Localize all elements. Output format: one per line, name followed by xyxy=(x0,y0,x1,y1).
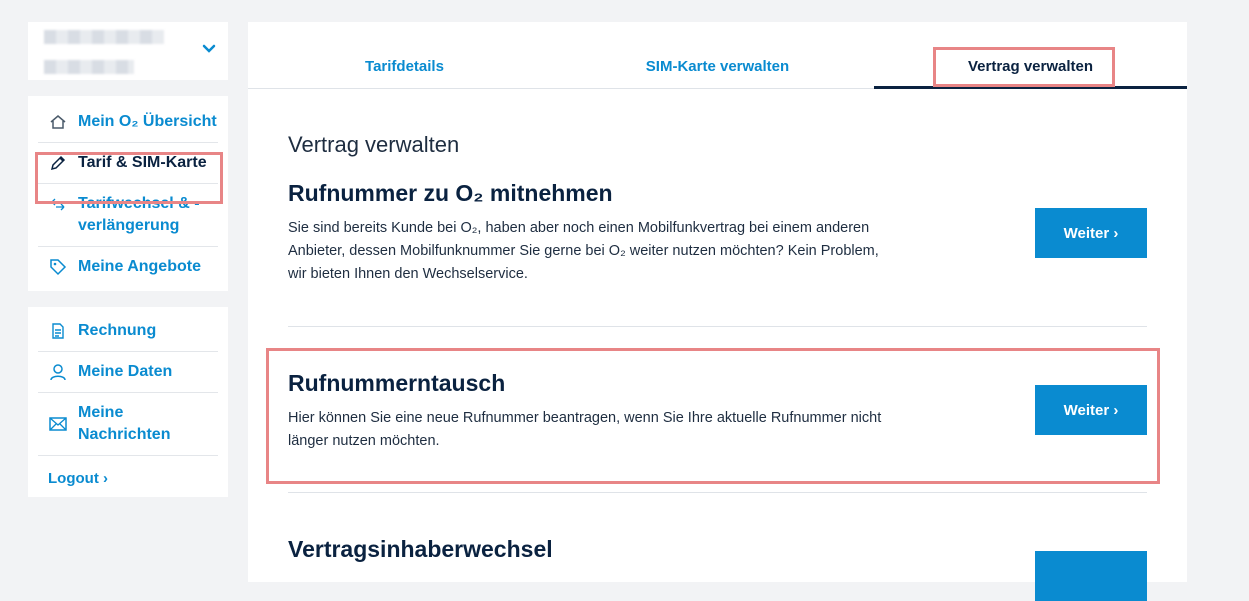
section-rufnummer-mitnehmen: Rufnummer zu O₂ mitnehmen Sie sind berei… xyxy=(288,180,1147,286)
logout-link[interactable]: Logout › xyxy=(38,456,218,497)
sidebar-item-tarif-sim[interactable]: Tarif & SIM-Karte xyxy=(38,143,218,184)
nav-group-main: Mein O₂ Übersicht Tarif & SIM-Karte Tari… xyxy=(28,96,228,291)
user-icon xyxy=(50,364,66,381)
divider xyxy=(288,492,1147,493)
account-selector[interactable] xyxy=(28,22,228,80)
sidebar-item-label: Tarifwechsel & -verlängerung xyxy=(78,195,200,234)
sidebar-item-label: Rechnung xyxy=(78,322,157,339)
sidebar: Mein O₂ Übersicht Tarif & SIM-Karte Tari… xyxy=(28,22,228,497)
tab-bar: Tarifdetails SIM-Karte verwalten Vertrag… xyxy=(248,22,1187,89)
mail-icon xyxy=(49,417,67,431)
pencil-icon xyxy=(50,155,66,171)
chevron-down-icon[interactable] xyxy=(202,44,216,54)
section-text: Sie sind bereits Kunde bei O₂, haben abe… xyxy=(288,220,879,282)
home-icon xyxy=(50,115,66,129)
sidebar-item-angebote[interactable]: Meine Angebote xyxy=(38,247,218,287)
weiter-button-tausch[interactable]: Weiter › xyxy=(1035,385,1147,435)
blurred-account-name xyxy=(44,30,164,44)
tab-vertrag-verwalten[interactable]: Vertrag verwalten xyxy=(874,22,1187,89)
sidebar-item-label: Meine Nachrichten xyxy=(78,404,171,443)
sidebar-item-label: Mein O₂ Übersicht xyxy=(78,113,217,130)
page-title: Vertrag verwalten xyxy=(288,132,460,157)
section-title: Rufnummer zu O₂ mitnehmen xyxy=(288,180,613,206)
sidebar-item-overview[interactable]: Mein O₂ Übersicht xyxy=(38,102,218,143)
divider xyxy=(288,326,1147,327)
section-rufnummerntausch: Rufnummerntausch Hier können Sie eine ne… xyxy=(288,370,1147,453)
section-title: Rufnummerntausch xyxy=(288,370,506,396)
main-panel: Tarifdetails SIM-Karte verwalten Vertrag… xyxy=(248,22,1187,601)
sidebar-item-label: Meine Daten xyxy=(78,363,173,380)
section-title: Vertragsinhaberwechsel xyxy=(288,536,553,562)
tab-tarifdetails[interactable]: Tarifdetails xyxy=(248,22,561,88)
sidebar-item-label: Meine Angebote xyxy=(78,258,201,275)
sidebar-item-label: Tarif & SIM-Karte xyxy=(78,154,207,171)
tag-icon xyxy=(50,259,67,276)
blurred-account-number xyxy=(44,60,134,74)
swap-icon xyxy=(51,198,65,211)
section-vertragsinhaberwechsel: Vertragsinhaberwechsel xyxy=(288,536,1147,601)
sidebar-item-tarifwechsel[interactable]: Tarifwechsel & -verlängerung xyxy=(38,184,218,247)
section-text: Hier können Sie eine neue Rufnummer bean… xyxy=(288,410,882,449)
weiter-button-mitnehmen[interactable]: Weiter › xyxy=(1035,208,1147,258)
sidebar-item-nachrichten[interactable]: Meine Nachrichten xyxy=(38,393,218,456)
weiter-button-inhaberwechsel[interactable] xyxy=(1035,551,1147,601)
tab-sim-karte[interactable]: SIM-Karte verwalten xyxy=(561,22,874,88)
sidebar-item-rechnung[interactable]: Rechnung xyxy=(38,311,218,352)
nav-group-account: Rechnung Meine Daten Meine Nachrichten L… xyxy=(28,307,228,497)
sidebar-item-daten[interactable]: Meine Daten xyxy=(38,352,218,393)
document-icon xyxy=(52,323,64,339)
